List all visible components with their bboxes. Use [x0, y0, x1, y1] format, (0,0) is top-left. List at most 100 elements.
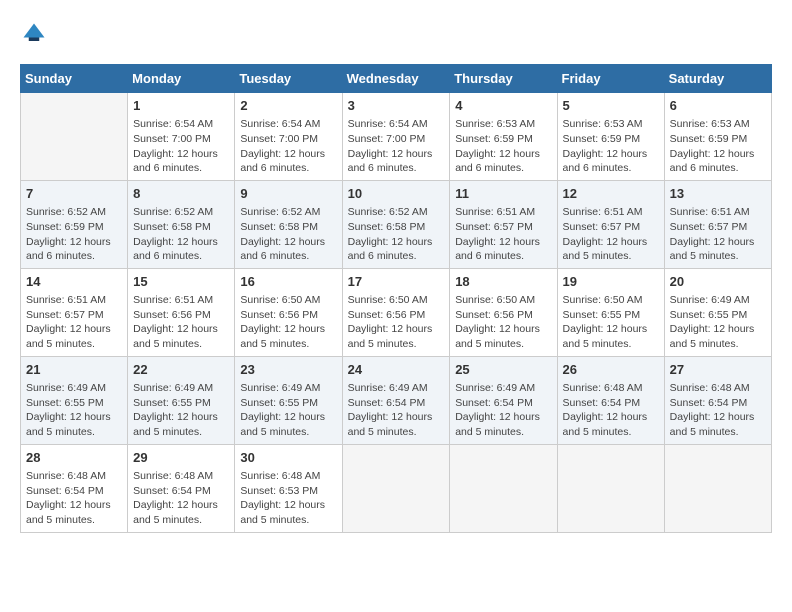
day-cell: 16 Sunrise: 6:50 AMSunset: 6:56 PMDayligh…	[235, 268, 342, 356]
day-number: 22	[133, 361, 229, 379]
day-cell: 18 Sunrise: 6:50 AMSunset: 6:56 PMDayligh…	[450, 268, 557, 356]
calendar-table: SundayMondayTuesdayWednesdayThursdayFrid…	[20, 64, 772, 533]
day-number: 12	[563, 185, 659, 203]
day-number: 3	[348, 97, 445, 115]
day-number: 23	[240, 361, 336, 379]
day-cell: 14 Sunrise: 6:51 AMSunset: 6:57 PMDayligh…	[21, 268, 128, 356]
day-cell	[342, 444, 450, 532]
day-cell: 4 Sunrise: 6:53 AMSunset: 6:59 PMDaylight…	[450, 93, 557, 181]
day-number: 10	[348, 185, 445, 203]
day-cell: 5 Sunrise: 6:53 AMSunset: 6:59 PMDaylight…	[557, 93, 664, 181]
day-info: Sunrise: 6:53 AMSunset: 6:59 PMDaylight:…	[563, 117, 659, 176]
day-number: 6	[670, 97, 766, 115]
day-number: 19	[563, 273, 659, 291]
day-cell: 27 Sunrise: 6:48 AMSunset: 6:54 PMDayligh…	[664, 356, 771, 444]
day-number: 17	[348, 273, 445, 291]
day-cell: 7Sunrise: 6:52 AMSunset: 6:59 PMDaylight…	[21, 180, 128, 268]
day-cell: 13Sunrise: 6:51 AMSunset: 6:57 PMDayligh…	[664, 180, 771, 268]
header-row: SundayMondayTuesdayWednesdayThursdayFrid…	[21, 65, 772, 93]
day-info: Sunrise: 6:54 AMSunset: 7:00 PMDaylight:…	[240, 117, 336, 176]
day-info: Sunrise: 6:50 AMSunset: 6:56 PMDaylight:…	[455, 293, 551, 352]
day-cell: 2 Sunrise: 6:54 AMSunset: 7:00 PMDaylight…	[235, 93, 342, 181]
day-number: 15	[133, 273, 229, 291]
day-info: Sunrise: 6:53 AMSunset: 6:59 PMDaylight:…	[455, 117, 551, 176]
day-info: Sunrise: 6:48 AMSunset: 6:53 PMDaylight:…	[240, 469, 336, 528]
day-info: Sunrise: 6:49 AMSunset: 6:55 PMDaylight:…	[26, 381, 122, 440]
col-header-friday: Friday	[557, 65, 664, 93]
day-cell	[557, 444, 664, 532]
day-number: 4	[455, 97, 551, 115]
day-number: 28	[26, 449, 122, 467]
day-number: 16	[240, 273, 336, 291]
day-info: Sunrise: 6:54 AMSunset: 7:00 PMDaylight:…	[133, 117, 229, 176]
day-cell	[21, 93, 128, 181]
week-row-5: 28 Sunrise: 6:48 AMSunset: 6:54 PMDayligh…	[21, 444, 772, 532]
day-cell: 29 Sunrise: 6:48 AMSunset: 6:54 PMDayligh…	[128, 444, 235, 532]
day-number: 20	[670, 273, 766, 291]
day-cell: 17 Sunrise: 6:50 AMSunset: 6:56 PMDayligh…	[342, 268, 450, 356]
day-number: 2	[240, 97, 336, 115]
day-info: Sunrise: 6:48 AMSunset: 6:54 PMDaylight:…	[26, 469, 122, 528]
day-cell: 22Sunrise: 6:49 AMSunset: 6:55 PMDayligh…	[128, 356, 235, 444]
day-info: Sunrise: 6:50 AMSunset: 6:55 PMDaylight:…	[563, 293, 659, 352]
day-info: Sunrise: 6:49 AMSunset: 6:54 PMDaylight:…	[455, 381, 551, 440]
day-number: 30	[240, 449, 336, 467]
week-row-1: 1 Sunrise: 6:54 AMSunset: 7:00 PMDaylight…	[21, 93, 772, 181]
day-info: Sunrise: 6:48 AMSunset: 6:54 PMDaylight:…	[133, 469, 229, 528]
day-info: Sunrise: 6:50 AMSunset: 6:56 PMDaylight:…	[240, 293, 336, 352]
day-info: Sunrise: 6:49 AMSunset: 6:55 PMDaylight:…	[240, 381, 336, 440]
day-info: Sunrise: 6:52 AMSunset: 6:59 PMDaylight:…	[26, 205, 122, 264]
day-cell: 25 Sunrise: 6:49 AMSunset: 6:54 PMDayligh…	[450, 356, 557, 444]
day-cell: 19 Sunrise: 6:50 AMSunset: 6:55 PMDayligh…	[557, 268, 664, 356]
day-number: 24	[348, 361, 445, 379]
week-row-4: 21 Sunrise: 6:49 AMSunset: 6:55 PMDayligh…	[21, 356, 772, 444]
day-info: Sunrise: 6:51 AMSunset: 6:57 PMDaylight:…	[26, 293, 122, 352]
day-info: Sunrise: 6:52 AMSunset: 6:58 PMDaylight:…	[240, 205, 336, 264]
day-cell: 15 Sunrise: 6:51 AMSunset: 6:56 PMDayligh…	[128, 268, 235, 356]
day-cell: 1 Sunrise: 6:54 AMSunset: 7:00 PMDaylight…	[128, 93, 235, 181]
col-header-monday: Monday	[128, 65, 235, 93]
day-cell: 24 Sunrise: 6:49 AMSunset: 6:54 PMDayligh…	[342, 356, 450, 444]
day-number: 9	[240, 185, 336, 203]
page-header	[20, 20, 772, 48]
day-info: Sunrise: 6:53 AMSunset: 6:59 PMDaylight:…	[670, 117, 766, 176]
day-number: 14	[26, 273, 122, 291]
day-number: 25	[455, 361, 551, 379]
col-header-tuesday: Tuesday	[235, 65, 342, 93]
day-info: Sunrise: 6:48 AMSunset: 6:54 PMDaylight:…	[563, 381, 659, 440]
day-info: Sunrise: 6:51 AMSunset: 6:57 PMDaylight:…	[455, 205, 551, 264]
day-info: Sunrise: 6:52 AMSunset: 6:58 PMDaylight:…	[348, 205, 445, 264]
col-header-saturday: Saturday	[664, 65, 771, 93]
col-header-sunday: Sunday	[21, 65, 128, 93]
day-number: 21	[26, 361, 122, 379]
day-cell: 20 Sunrise: 6:49 AMSunset: 6:55 PMDayligh…	[664, 268, 771, 356]
logo-icon	[20, 20, 48, 48]
day-info: Sunrise: 6:51 AMSunset: 6:56 PMDaylight:…	[133, 293, 229, 352]
day-info: Sunrise: 6:50 AMSunset: 6:56 PMDaylight:…	[348, 293, 445, 352]
day-cell: 26 Sunrise: 6:48 AMSunset: 6:54 PMDayligh…	[557, 356, 664, 444]
day-number: 29	[133, 449, 229, 467]
week-row-3: 14 Sunrise: 6:51 AMSunset: 6:57 PMDayligh…	[21, 268, 772, 356]
logo	[20, 20, 52, 48]
day-info: Sunrise: 6:52 AMSunset: 6:58 PMDaylight:…	[133, 205, 229, 264]
day-cell: 28 Sunrise: 6:48 AMSunset: 6:54 PMDayligh…	[21, 444, 128, 532]
day-number: 5	[563, 97, 659, 115]
col-header-thursday: Thursday	[450, 65, 557, 93]
day-cell: 3Sunrise: 6:54 AMSunset: 7:00 PMDaylight…	[342, 93, 450, 181]
week-row-2: 7Sunrise: 6:52 AMSunset: 6:59 PMDaylight…	[21, 180, 772, 268]
day-number: 18	[455, 273, 551, 291]
day-cell	[664, 444, 771, 532]
day-number: 8	[133, 185, 229, 203]
day-info: Sunrise: 6:51 AMSunset: 6:57 PMDaylight:…	[563, 205, 659, 264]
day-info: Sunrise: 6:49 AMSunset: 6:55 PMDaylight:…	[670, 293, 766, 352]
day-cell	[450, 444, 557, 532]
day-info: Sunrise: 6:48 AMSunset: 6:54 PMDaylight:…	[670, 381, 766, 440]
day-cell: 30 Sunrise: 6:48 AMSunset: 6:53 PMDayligh…	[235, 444, 342, 532]
day-cell: 8 Sunrise: 6:52 AMSunset: 6:58 PMDaylight…	[128, 180, 235, 268]
day-cell: 11Sunrise: 6:51 AMSunset: 6:57 PMDayligh…	[450, 180, 557, 268]
day-number: 26	[563, 361, 659, 379]
day-info: Sunrise: 6:49 AMSunset: 6:54 PMDaylight:…	[348, 381, 445, 440]
col-header-wednesday: Wednesday	[342, 65, 450, 93]
day-number: 1	[133, 97, 229, 115]
day-number: 27	[670, 361, 766, 379]
